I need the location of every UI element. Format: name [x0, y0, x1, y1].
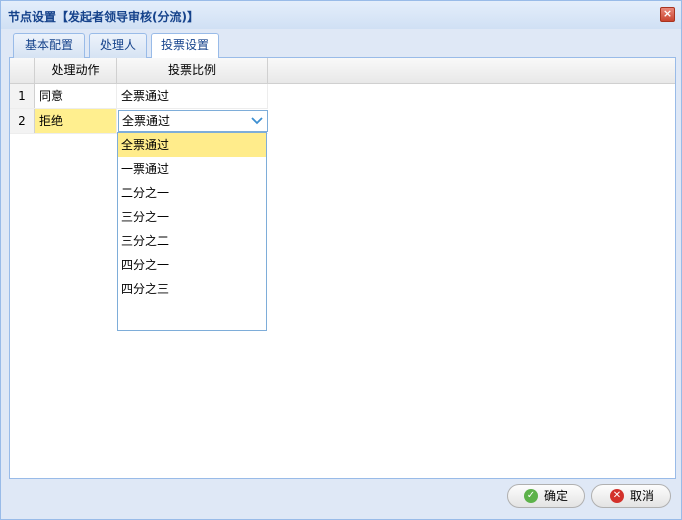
titlebar[interactable]: 节点设置【发起者领导审核(分流)】 × [1, 1, 681, 29]
tab-bar: 基本配置 处理人 投票设置 [9, 29, 676, 59]
close-icon[interactable]: × [660, 7, 675, 22]
dropdown-option[interactable]: 四分之三 [118, 277, 266, 301]
cancel-button[interactable]: ✕ 取消 [591, 484, 671, 508]
cancel-button-label: 取消 [630, 489, 655, 503]
header-rownum [10, 58, 35, 84]
dropdown-option[interactable]: 三分之二 [118, 229, 266, 253]
table-row[interactable]: 2 拒绝 全票通过 [10, 109, 268, 134]
combo-value: 全票通过 [122, 114, 171, 128]
chevron-down-icon[interactable] [247, 111, 267, 131]
header-ratio[interactable]: 投票比例 [117, 58, 268, 84]
cell-action[interactable]: 同意 [35, 84, 117, 108]
ratio-dropdown-list: 全票通过 一票通过 二分之一 三分之一 三分之二 四分之一 四分之三 [117, 132, 267, 331]
dialog-window: 节点设置【发起者领导审核(分流)】 × 基本配置 处理人 投票设置 处理动作 投… [0, 0, 682, 520]
left-border [1, 29, 9, 519]
dropdown-option[interactable]: 二分之一 [118, 181, 266, 205]
cell-ratio[interactable]: 全票通过 [117, 84, 268, 108]
dialog-title: 节点设置【发起者领导审核(分流)】 [8, 10, 199, 24]
table-row[interactable]: 1 同意 全票通过 [10, 84, 268, 109]
ratio-combobox[interactable]: 全票通过 [118, 110, 268, 132]
cell-action[interactable]: 拒绝 [35, 109, 117, 133]
row-number: 1 [10, 84, 35, 108]
tab-basic-config[interactable]: 基本配置 [13, 33, 85, 58]
ok-button-label: 确定 [544, 489, 569, 503]
dropdown-option[interactable]: 四分之一 [118, 253, 266, 277]
dropdown-option[interactable]: 全票通过 [118, 133, 266, 157]
vote-settings-panel: 处理动作 投票比例 1 同意 全票通过 2 拒绝 全票通过 [9, 58, 676, 479]
grid-header: 处理动作 投票比例 [10, 58, 675, 84]
cancel-icon: ✕ [610, 489, 624, 503]
tab-handler[interactable]: 处理人 [89, 33, 147, 58]
dropdown-option[interactable]: 三分之一 [118, 205, 266, 229]
dropdown-option[interactable]: 一票通过 [118, 157, 266, 181]
check-icon: ✓ [524, 489, 538, 503]
ok-button[interactable]: ✓ 确定 [507, 484, 585, 508]
header-action[interactable]: 处理动作 [35, 58, 117, 84]
tab-vote-settings[interactable]: 投票设置 [151, 33, 219, 59]
row-number: 2 [10, 109, 35, 133]
dialog-footer: ✓ 确定 ✕ 取消 [9, 479, 676, 514]
